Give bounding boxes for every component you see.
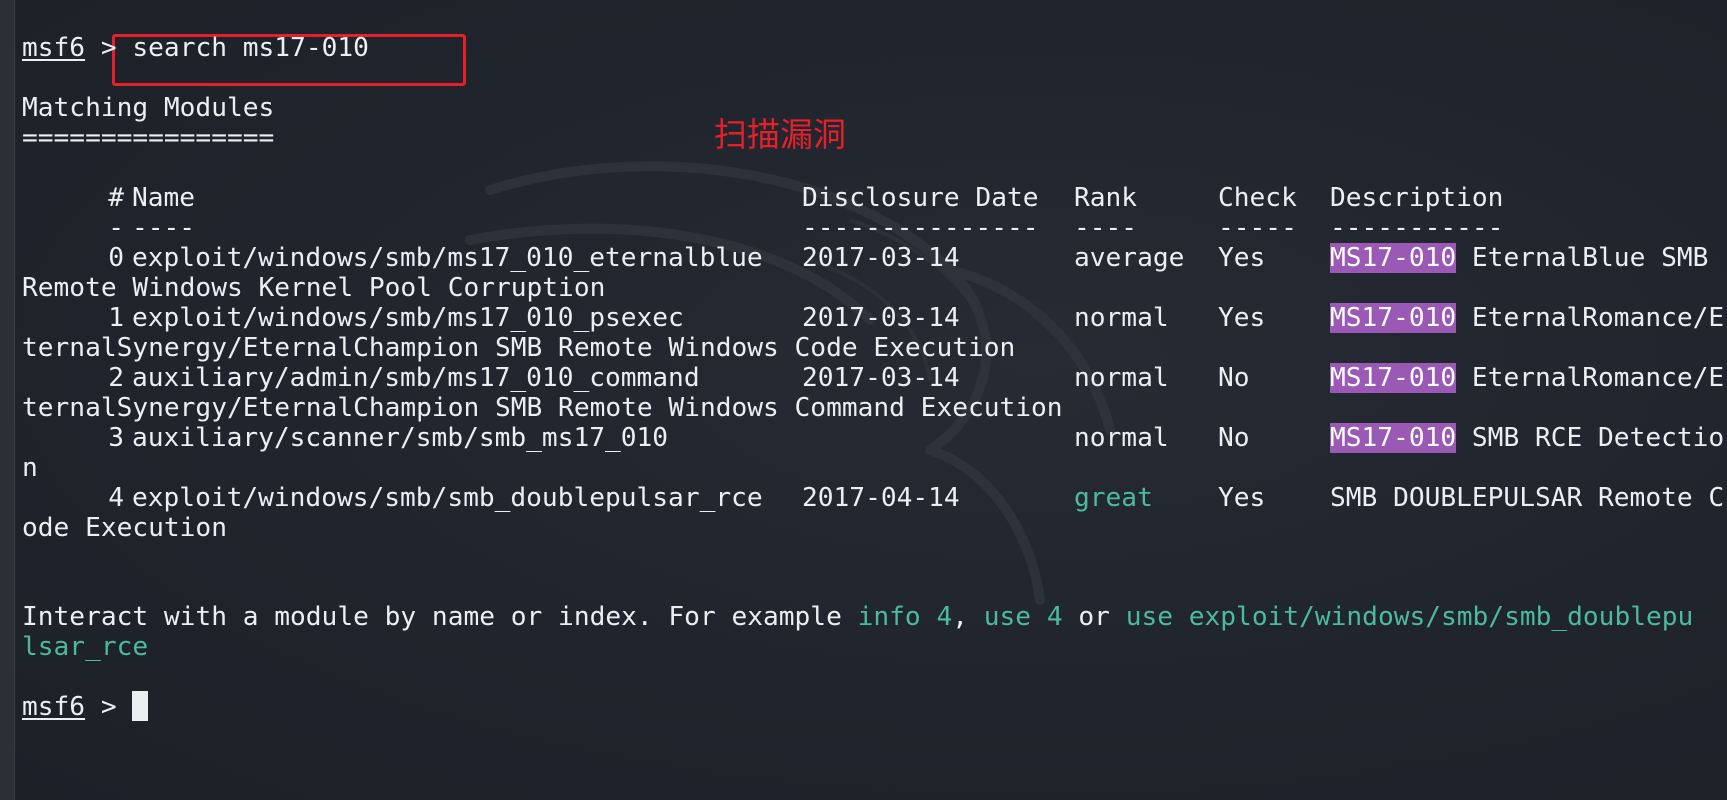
header-name: Name xyxy=(132,183,196,213)
row-rank: normal xyxy=(1074,303,1169,333)
row-num: 3 xyxy=(108,423,124,453)
row-desc: EternalBlue SMB xyxy=(1456,243,1709,273)
row-date: 2017-03-14 xyxy=(802,363,960,393)
header-num: # xyxy=(108,183,124,213)
interact-hint: Interact with a module by name or index.… xyxy=(22,601,1693,634)
row-num: 0 xyxy=(108,243,124,273)
matching-title: Matching Modules xyxy=(22,93,275,123)
row-name: auxiliary/admin/smb/ms17_010_command xyxy=(132,363,700,393)
row-rank: normal xyxy=(1074,363,1169,393)
row-date: 2017-03-14 xyxy=(802,303,960,333)
row-num: 4 xyxy=(108,483,124,513)
table-row[interactable]: 0 exploit/windows/smb/ms17_010_eternalblu… xyxy=(22,242,1708,275)
divider-date: --------------- xyxy=(802,213,1039,243)
matching-rule: ================ xyxy=(22,123,275,153)
input-prompt-line[interactable]: msf6 > xyxy=(22,691,149,724)
row-name: exploit/windows/smb/smb_doublepulsar_rce xyxy=(132,483,763,513)
interact-example-info: info 4 xyxy=(857,602,953,632)
command-text: search ms17-010 xyxy=(132,33,369,63)
row-desc-wrap: ternalSynergy/EternalChampion SMB Remote… xyxy=(22,333,1016,363)
prompt-label: msf6 xyxy=(22,33,86,63)
row-desc-highlight: MS17-010 xyxy=(1330,363,1457,393)
prompt-label: msf6 xyxy=(22,692,86,722)
prompt-line: msf6 > search ms17-010 xyxy=(22,32,369,65)
prompt-symbol: > xyxy=(85,33,133,63)
row-check: Yes xyxy=(1218,243,1266,273)
header-date: Disclosure Date xyxy=(802,183,1039,213)
row-desc-highlight: MS17-010 xyxy=(1330,423,1457,453)
row-desc: EternalRomance/E xyxy=(1456,303,1725,333)
row-num: 1 xyxy=(108,303,124,333)
row-rank: average xyxy=(1074,243,1185,273)
row-desc: SMB DOUBLEPULSAR Remote C xyxy=(1330,483,1725,513)
header-desc: Description xyxy=(1330,183,1504,213)
window-left-edge xyxy=(0,0,15,800)
table-row[interactable]: 2 auxiliary/admin/smb/ms17_010_command 201… xyxy=(22,362,1724,395)
annotation-label: 扫描漏洞 xyxy=(714,115,846,154)
header-rank: Rank xyxy=(1074,183,1138,213)
row-check: Yes xyxy=(1218,303,1266,333)
table-header: # Name Disclosure Date Rank Check Description xyxy=(22,182,1503,215)
row-name: auxiliary/scanner/smb/smb_ms17_010 xyxy=(132,423,669,453)
terminal-window[interactable]: 扫描漏洞 msf6 > search ms17-010 Matching Mod… xyxy=(0,0,1727,800)
table-row[interactable]: 4 exploit/windows/smb/smb_doublepulsar_rc… xyxy=(22,482,1724,515)
row-desc: EternalRomance/E xyxy=(1456,363,1725,393)
row-desc-highlight: MS17-010 xyxy=(1330,303,1457,333)
row-check: Yes xyxy=(1218,483,1266,513)
divider-desc: ----------- xyxy=(1330,213,1504,243)
divider-num: - xyxy=(108,213,124,243)
row-name: exploit/windows/smb/ms17_010_eternalblue xyxy=(132,243,763,273)
row-desc-wrap: Remote Windows Kernel Pool Corruption xyxy=(22,273,606,303)
table-divider: - ---- --------------- ---- ----- ----------- xyxy=(22,212,1503,245)
interact-example-path-wrap: lsar_rce xyxy=(22,632,149,662)
row-desc-wrap: ternalSynergy/EternalChampion SMB Remote… xyxy=(22,393,1063,423)
header-check: Check xyxy=(1218,183,1297,213)
row-desc-wrap: ode Execution xyxy=(22,513,227,543)
divider-name: ---- xyxy=(132,213,196,243)
row-rank: normal xyxy=(1074,423,1169,453)
table-row[interactable]: 3 auxiliary/scanner/smb/smb_ms17_010 norma… xyxy=(22,422,1724,455)
interact-sep: , xyxy=(952,602,984,632)
row-desc-highlight: MS17-010 xyxy=(1330,243,1457,273)
prompt-symbol: > xyxy=(85,692,133,722)
divider-check: ----- xyxy=(1218,213,1297,243)
row-desc: SMB RCE Detectio xyxy=(1456,423,1725,453)
row-name: exploit/windows/smb/ms17_010_psexec xyxy=(132,303,684,333)
row-rank: great xyxy=(1074,483,1153,513)
interact-example-use: use 4 xyxy=(983,602,1063,632)
row-desc-wrap: n xyxy=(22,453,38,483)
text-cursor[interactable] xyxy=(132,691,149,721)
row-date: 2017-04-14 xyxy=(802,483,960,513)
row-check: No xyxy=(1218,423,1250,453)
row-check: No xyxy=(1218,363,1250,393)
table-row[interactable]: 1 exploit/windows/smb/ms17_010_psexec 2017… xyxy=(22,302,1724,335)
interact-prefix: Interact with a module by name or index.… xyxy=(22,602,858,632)
row-num: 2 xyxy=(108,363,124,393)
interact-example-path: use exploit/windows/smb/smb_doublepu xyxy=(1125,602,1694,632)
divider-rank: ---- xyxy=(1074,213,1138,243)
row-date: 2017-03-14 xyxy=(802,243,960,273)
interact-sep: or xyxy=(1062,602,1126,632)
